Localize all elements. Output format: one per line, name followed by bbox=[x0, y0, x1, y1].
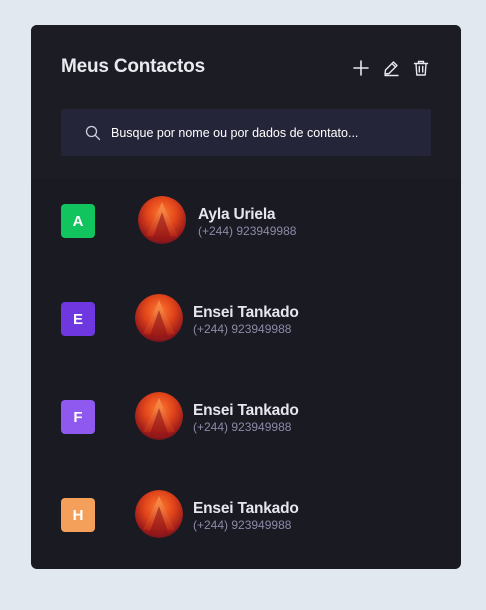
search-bar bbox=[61, 109, 431, 156]
contact-name: Ayla Uriela bbox=[198, 206, 276, 223]
contact-phone: (+244) 923949988 bbox=[193, 518, 292, 532]
avatar bbox=[135, 490, 183, 538]
avatar bbox=[138, 196, 186, 244]
edit-contact-button[interactable] bbox=[380, 57, 402, 79]
contact-phone: (+244) 923949988 bbox=[193, 322, 292, 336]
contact-list-item[interactable]: Ayla Uriela (+244) 923949988 bbox=[131, 196, 431, 248]
contact-name: Ensei Tankado bbox=[193, 402, 299, 419]
search-icon bbox=[85, 125, 101, 141]
avatar bbox=[135, 392, 183, 440]
contact-name: Ensei Tankado bbox=[193, 304, 299, 321]
contact-list-item[interactable]: Ensei Tankado (+244) 923949988 bbox=[131, 294, 431, 346]
delete-contact-button[interactable] bbox=[410, 57, 432, 79]
contact-phone: (+244) 923949988 bbox=[198, 224, 297, 238]
group-letter-badge: A bbox=[61, 204, 95, 238]
page-title: Meus Contactos bbox=[61, 56, 205, 77]
contacts-panel: Meus Contactos A bbox=[31, 25, 461, 569]
group-letter: F bbox=[73, 408, 83, 426]
avatar bbox=[135, 294, 183, 342]
contact-name: Ensei Tankado bbox=[193, 500, 299, 517]
plus-icon bbox=[353, 60, 369, 76]
add-contact-button[interactable] bbox=[350, 57, 372, 79]
group-letter-badge: E bbox=[61, 302, 95, 336]
group-letter: H bbox=[72, 506, 84, 524]
group-letter-badge: H bbox=[61, 498, 95, 532]
group-letter: E bbox=[72, 310, 83, 328]
contact-list-item[interactable]: Ensei Tankado (+244) 923949988 bbox=[131, 490, 431, 542]
edit-icon bbox=[384, 61, 399, 77]
group-letter: A bbox=[72, 212, 84, 230]
panel-header: Meus Contactos bbox=[31, 25, 461, 178]
group-letter-badge: F bbox=[61, 400, 95, 434]
trash-icon bbox=[413, 60, 429, 76]
contact-phone: (+244) 923949988 bbox=[193, 420, 292, 434]
search-input[interactable] bbox=[111, 109, 421, 156]
contact-list-item[interactable]: Ensei Tankado (+244) 923949988 bbox=[131, 392, 431, 444]
